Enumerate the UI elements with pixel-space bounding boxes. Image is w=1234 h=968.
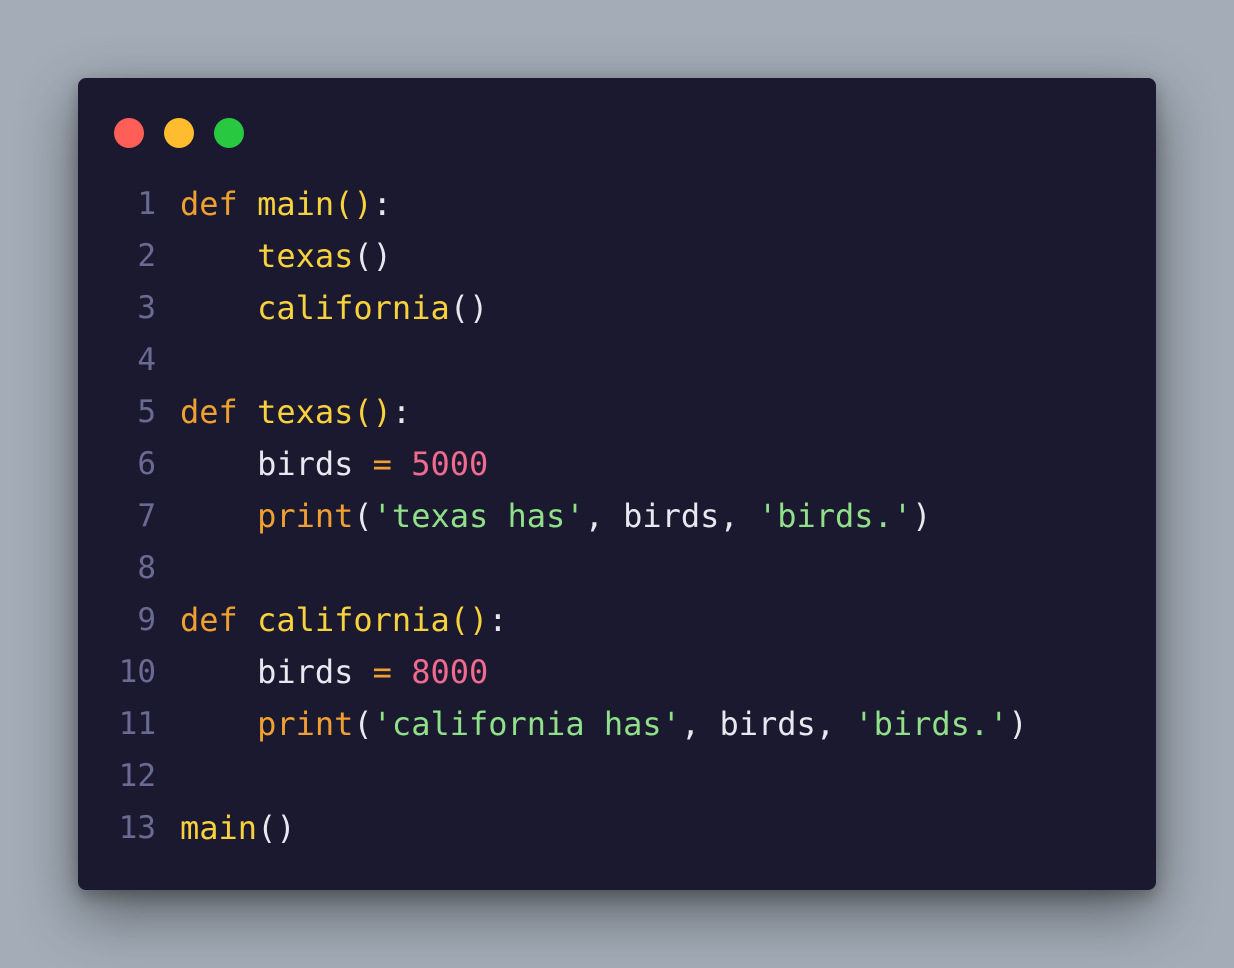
- minimize-dot-icon[interactable]: [164, 118, 194, 148]
- token-paren-y: (): [353, 393, 392, 431]
- token-string: 'birds.': [854, 705, 1009, 743]
- line-number: 4: [137, 342, 156, 378]
- token-ident: [238, 185, 257, 223]
- token-func: texas: [257, 393, 354, 431]
- token-ident: [353, 445, 372, 483]
- token-paren-y: (): [449, 601, 489, 639]
- token-ident: [180, 705, 257, 743]
- code-text: texas(): [180, 230, 392, 282]
- line-number: 6: [137, 446, 156, 482]
- code-line[interactable]: 6 birds = 5000: [78, 438, 1156, 490]
- code-text: birds = 5000: [180, 438, 488, 490]
- code-text: birds = 8000: [180, 646, 488, 698]
- code-line[interactable]: 13 main(): [78, 802, 1156, 854]
- token-string: 'birds.': [757, 497, 913, 535]
- token-func: main: [180, 809, 258, 847]
- token-ident: [238, 601, 257, 639]
- token-string: 'texas has': [372, 497, 585, 535]
- token-builtin: print: [257, 497, 354, 535]
- line-number: 13: [118, 810, 156, 846]
- token-paren: (): [449, 289, 489, 327]
- token-func: california: [257, 601, 450, 639]
- code-window: 1 def main(): 2 texas() 3 california() 4 5 def…: [78, 78, 1156, 890]
- code-line[interactable]: 11 print('california has', birds, 'birds…: [78, 698, 1156, 750]
- token-func: main: [257, 185, 335, 223]
- token-builtin: print: [257, 705, 354, 743]
- token-ident: [180, 445, 257, 483]
- code-text: def california():: [180, 594, 508, 646]
- code-text: def texas():: [180, 386, 411, 438]
- line-number: 10: [118, 654, 156, 690]
- token-ident: [180, 237, 257, 275]
- token-punct: :: [488, 601, 508, 639]
- token-string: 'california has': [372, 705, 681, 743]
- code-line[interactable]: 8: [78, 542, 1156, 594]
- code-text: print('california has', birds, 'birds.'): [180, 698, 1028, 750]
- token-paren: (): [353, 237, 392, 275]
- token-punct: ,: [719, 497, 758, 535]
- code-line[interactable]: 1 def main():: [78, 178, 1156, 230]
- code-line[interactable]: 12: [78, 750, 1156, 802]
- line-number: 3: [137, 290, 156, 326]
- token-punct: ,: [680, 705, 720, 743]
- token-paren: (: [353, 497, 373, 535]
- token-ident: birds: [623, 497, 720, 535]
- code-line[interactable]: 5 def texas():: [78, 386, 1156, 438]
- token-paren: ): [1008, 705, 1028, 743]
- line-number: 1: [137, 186, 156, 222]
- token-punct: ,: [815, 705, 855, 743]
- token-ident: [392, 653, 411, 691]
- token-number: 5000: [411, 445, 489, 483]
- token-paren: (): [257, 809, 296, 847]
- line-number: 2: [137, 238, 156, 274]
- code-line[interactable]: 9 def california():: [78, 594, 1156, 646]
- token-ident: birds: [257, 653, 354, 691]
- token-ident: birds: [719, 705, 816, 743]
- token-keyword: def: [180, 393, 238, 431]
- line-number: 5: [137, 394, 156, 430]
- token-ident: [353, 653, 372, 691]
- token-func: texas: [257, 237, 354, 275]
- line-number: 8: [137, 550, 156, 586]
- token-punct: :: [391, 393, 412, 431]
- code-text: print('texas has', birds, 'birds.'): [180, 490, 931, 542]
- token-func: california: [257, 289, 450, 327]
- code-text: def main():: [180, 178, 392, 230]
- token-ident: birds: [257, 445, 354, 483]
- code-editor[interactable]: 1 def main(): 2 texas() 3 california() 4 5 def…: [78, 178, 1156, 854]
- token-keyword: def: [180, 185, 238, 223]
- close-dot-icon[interactable]: [114, 118, 144, 148]
- token-ident: [238, 393, 257, 431]
- code-line[interactable]: 10 birds = 8000: [78, 646, 1156, 698]
- code-text: main(): [180, 802, 296, 854]
- token-ident: [180, 289, 257, 327]
- token-ident: [392, 445, 411, 483]
- token-paren-y: (): [334, 185, 373, 223]
- code-text: california(): [180, 282, 488, 334]
- token-op: =: [372, 445, 392, 483]
- token-number: 8000: [411, 653, 489, 691]
- token-punct: ,: [584, 497, 624, 535]
- code-line[interactable]: 2 texas(): [78, 230, 1156, 282]
- token-paren: ): [912, 497, 932, 535]
- token-paren: (: [353, 705, 373, 743]
- token-punct: :: [372, 185, 392, 223]
- token-op: =: [372, 653, 392, 691]
- token-ident: [180, 497, 257, 535]
- line-number: 7: [137, 498, 156, 534]
- code-line[interactable]: 3 california(): [78, 282, 1156, 334]
- token-keyword: def: [180, 601, 238, 639]
- line-number: 9: [137, 602, 156, 638]
- maximize-dot-icon[interactable]: [214, 118, 244, 148]
- line-number: 11: [118, 706, 156, 742]
- code-line[interactable]: 4: [78, 334, 1156, 386]
- line-number: 12: [118, 758, 156, 794]
- token-ident: [180, 653, 257, 691]
- code-line[interactable]: 7 print('texas has', birds, 'birds.'): [78, 490, 1156, 542]
